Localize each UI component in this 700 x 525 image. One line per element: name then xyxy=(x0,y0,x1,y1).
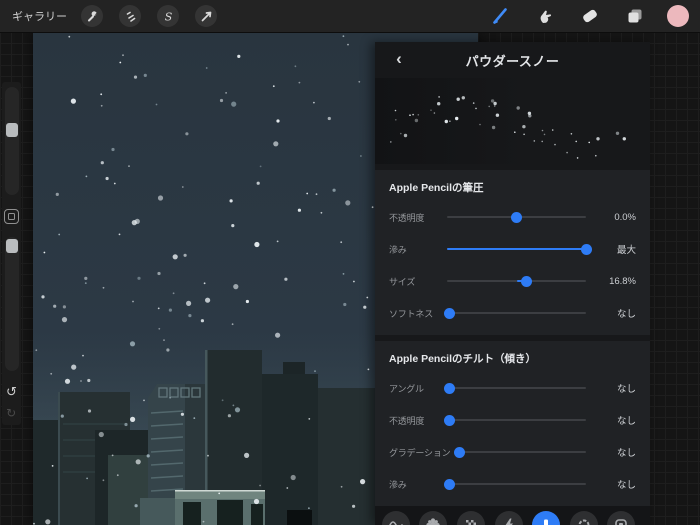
source-icon xyxy=(607,511,635,525)
layers-icon[interactable] xyxy=(622,3,648,29)
selection-icon-glyph: S xyxy=(162,10,175,23)
settings-section: Apple Pencilの筆圧不透明度 0.0% 滲み 最大サイズ 16.8% ソフトネス… xyxy=(375,170,650,335)
tab-ダイナミクス[interactable]: ダイナミクス xyxy=(490,511,528,525)
undo-button[interactable]: ↺ xyxy=(6,385,17,398)
slider-value: 0.0% xyxy=(596,212,636,223)
preview-dots xyxy=(375,78,650,164)
slider-thumb[interactable] xyxy=(511,212,522,223)
pencil-icon xyxy=(532,511,560,525)
tab-参照元[interactable]: 参照元 xyxy=(603,511,641,525)
tab-シェイプ[interactable]: シェイプ xyxy=(415,511,453,525)
slider-track[interactable] xyxy=(447,483,586,485)
back-chevron-icon[interactable]: ‹ xyxy=(389,49,409,69)
slider-row: 滲み なし xyxy=(375,468,650,500)
modify-button[interactable] xyxy=(4,209,19,224)
transform-icon[interactable] xyxy=(195,5,217,27)
dynamics-icon xyxy=(495,511,523,525)
color-swatch[interactable] xyxy=(667,5,689,27)
stroke-wave-icon xyxy=(382,511,410,525)
slider-value: なし xyxy=(596,413,636,427)
general-icon xyxy=(570,511,598,525)
slider-row: 不透明度 0.0% xyxy=(375,201,650,233)
slider-thumb[interactable] xyxy=(521,276,532,287)
wrench-icon[interactable] xyxy=(81,5,103,27)
panel-sections: Apple Pencilの筆圧不透明度 0.0% 滲み 最大サイズ 16.8% ソフトネス… xyxy=(375,164,650,506)
brush-opacity-handle[interactable] xyxy=(6,239,18,253)
slider-thumb[interactable] xyxy=(444,383,455,394)
top-toolbar: ギャラリー S xyxy=(0,0,700,33)
panel-header: ‹ パウダースノー xyxy=(375,42,650,78)
brush-stroke-preview[interactable] xyxy=(375,78,650,164)
redo-button[interactable]: ↺ xyxy=(6,407,16,419)
slider-value: 16.8% xyxy=(596,276,636,287)
wrench-icon-glyph xyxy=(86,10,99,23)
slider-fill xyxy=(447,248,586,250)
section-title: Apple Pencilの筆圧 xyxy=(375,176,650,201)
slider-value: なし xyxy=(596,477,636,491)
slider-track[interactable] xyxy=(447,248,586,250)
tab-ストローク[interactable]: ストローク xyxy=(377,511,415,525)
slider-value: なし xyxy=(596,445,636,459)
brush-size-slider[interactable] xyxy=(5,87,19,195)
svg-text:S: S xyxy=(164,10,172,23)
slider-row: アングル なし xyxy=(375,372,650,404)
slider-thumb[interactable] xyxy=(454,447,465,458)
slider-label: ソフトネス xyxy=(389,307,441,320)
slider-label: グラデーション xyxy=(389,446,450,459)
slider-label: 不透明度 xyxy=(389,414,441,427)
slider-track[interactable] xyxy=(456,451,586,453)
modify-icon xyxy=(8,213,15,220)
slider-thumb[interactable] xyxy=(444,479,455,490)
slider-thumb[interactable] xyxy=(581,244,592,255)
slider-label: 滲み xyxy=(389,243,441,256)
settings-section: Apple Pencilのチルト（傾き）アングルなし不透明度なしグラデーションな… xyxy=(375,341,650,506)
slider-row: 滲み 最大 xyxy=(375,233,650,265)
brush-size-handle[interactable] xyxy=(6,123,18,137)
gallery-button[interactable]: ギャラリー xyxy=(12,8,67,24)
smudge-icon-glyph xyxy=(535,6,555,26)
eraser-icon[interactable] xyxy=(577,3,603,29)
adjustments-icon[interactable] xyxy=(119,5,141,27)
slider-value: 最大 xyxy=(596,242,636,256)
layers-icon-glyph xyxy=(625,6,645,26)
tab-グレイン[interactable]: グレイン xyxy=(452,511,490,525)
shape-icon xyxy=(419,511,447,525)
smudge-icon[interactable] xyxy=(532,3,558,29)
slider-track[interactable] xyxy=(447,312,586,314)
slider-value: なし xyxy=(596,306,636,320)
slider-row: グラデーション なし xyxy=(375,436,650,468)
slider-value: なし xyxy=(596,381,636,395)
slider-thumb[interactable] xyxy=(444,415,455,426)
tab-一般[interactable]: 一般 xyxy=(565,511,603,525)
slider-label: サイズ xyxy=(389,275,441,288)
brush-title: パウダースノー xyxy=(466,51,560,70)
brush-opacity-slider[interactable] xyxy=(5,237,19,371)
brush-settings-panel: ‹ パウダースノー Apple Pencilの筆圧不透明度 0.0% 滲み 最大サイズ… xyxy=(375,42,650,525)
sidebar-tools: ↺ ↺ xyxy=(2,82,21,425)
adjustments-icon-glyph xyxy=(124,10,137,23)
paint-brush-icon[interactable] xyxy=(487,3,513,29)
slider-label: 滲み xyxy=(389,478,441,491)
slider-label: アングル xyxy=(389,382,441,395)
eraser-icon-glyph xyxy=(580,6,600,26)
selection-icon[interactable]: S xyxy=(157,5,179,27)
slider-row: サイズ 16.8% xyxy=(375,265,650,297)
transform-icon-glyph xyxy=(200,10,213,23)
paint-brush-icon-glyph xyxy=(490,6,510,26)
slider-label: 不透明度 xyxy=(389,211,441,224)
slider-track[interactable] xyxy=(447,216,586,218)
tab-Pencil[interactable]: Pencil xyxy=(528,511,566,525)
slider-row: ソフトネス なし xyxy=(375,297,650,329)
slider-row: 不透明度 なし xyxy=(375,404,650,436)
section-title: Apple Pencilのチルト（傾き） xyxy=(375,347,650,372)
grain-icon xyxy=(457,511,485,525)
slider-track[interactable] xyxy=(447,387,586,389)
slider-track[interactable] xyxy=(447,280,586,282)
slider-track[interactable] xyxy=(447,419,586,421)
toolbar-right-group xyxy=(487,0,700,32)
settings-tab-bar: ストロークシェイプグレインダイナミクスPencil一般参照元 xyxy=(375,506,650,525)
slider-thumb[interactable] xyxy=(444,308,455,319)
